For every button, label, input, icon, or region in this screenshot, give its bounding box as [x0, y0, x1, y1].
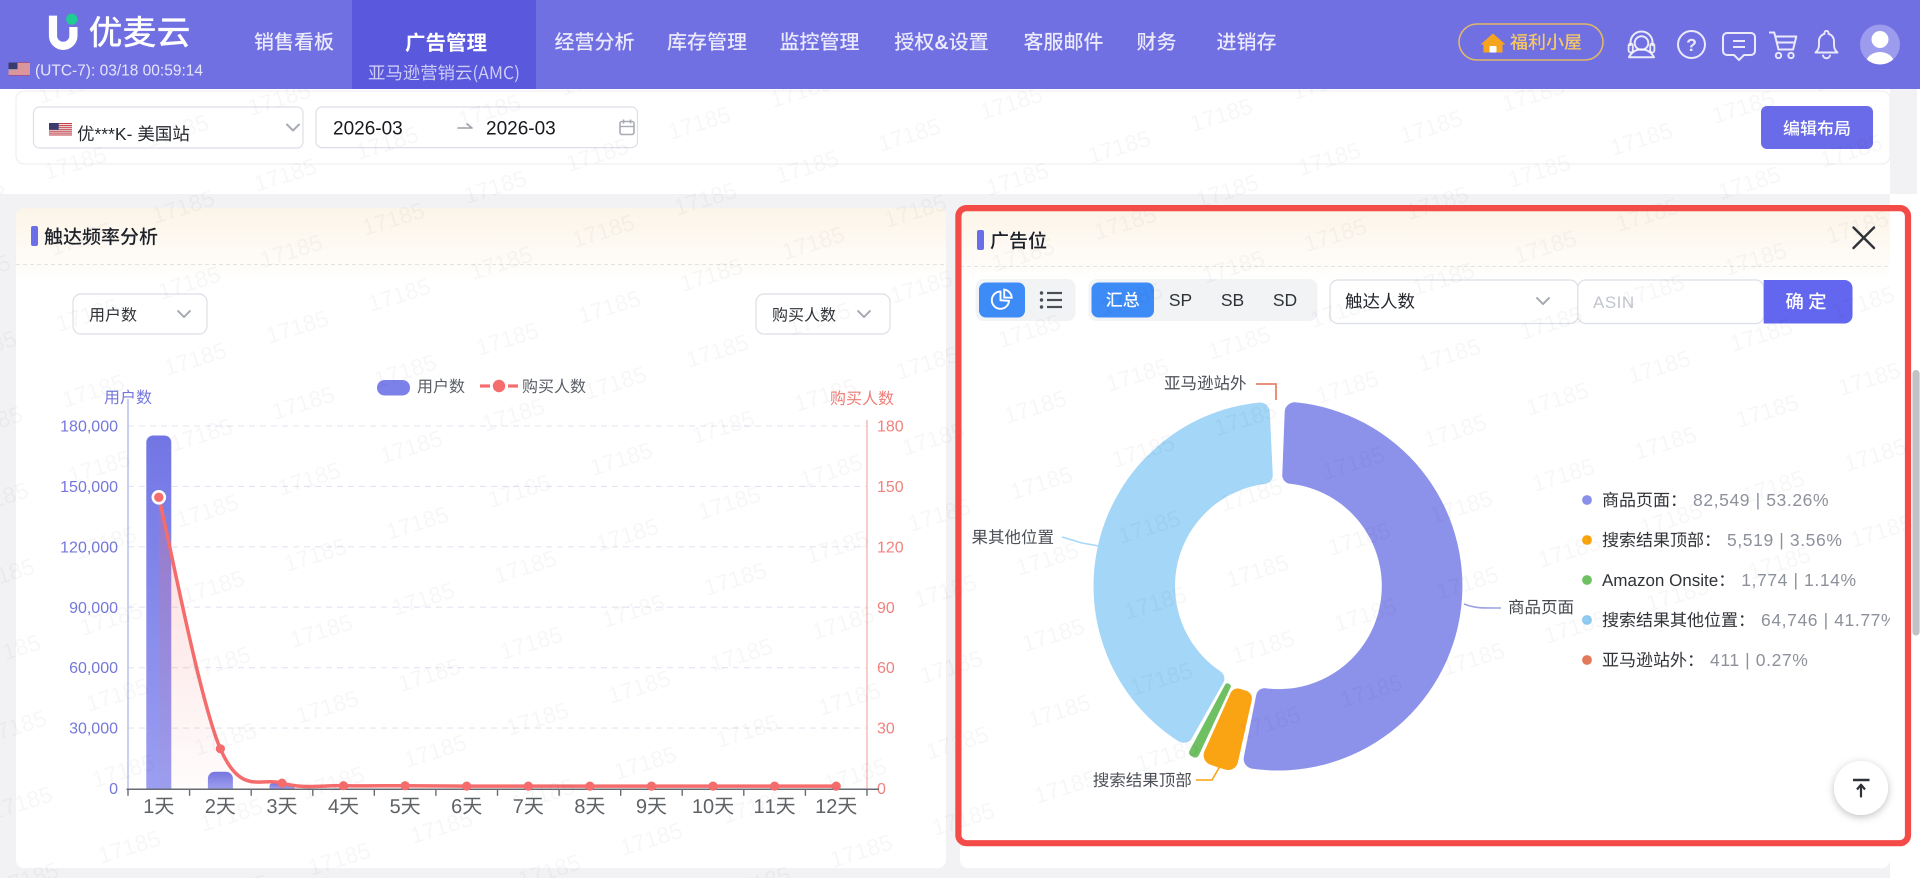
svg-text:60,000: 60,000 [69, 660, 118, 677]
svg-text:64,746 | 41.77%: 64,746 | 41.77% [1761, 610, 1897, 630]
svg-text:180,000: 180,000 [60, 419, 118, 436]
svg-text:180: 180 [877, 419, 904, 436]
svg-text:30,000: 30,000 [69, 721, 118, 738]
svg-text:411 | 0.27%: 411 | 0.27% [1710, 650, 1808, 670]
svg-text:SB: SB [1221, 290, 1244, 310]
svg-text:90: 90 [877, 600, 895, 617]
svg-text:SD: SD [1273, 290, 1297, 310]
svg-text:120: 120 [877, 539, 904, 556]
svg-text:(UTC-7): 03/18 00:59:14: (UTC-7): 03/18 00:59:14 [35, 63, 203, 80]
svg-text:30: 30 [877, 721, 895, 738]
svg-text:60: 60 [877, 660, 895, 677]
svg-text:SP: SP [1169, 290, 1192, 310]
svg-text:150: 150 [877, 479, 904, 496]
